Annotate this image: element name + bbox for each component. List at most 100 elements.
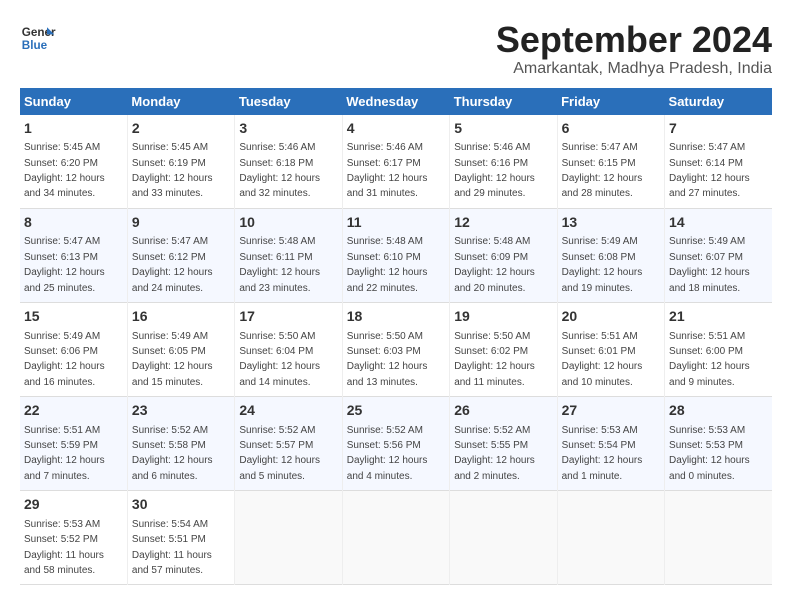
day-info: Sunrise: 5:48 AMSunset: 6:10 PMDaylight:… bbox=[347, 236, 428, 293]
day-number: 7 bbox=[669, 119, 768, 139]
day-info: Sunrise: 5:50 AMSunset: 6:04 PMDaylight:… bbox=[239, 331, 320, 388]
logo-icon: General Blue bbox=[20, 20, 56, 56]
day-info: Sunrise: 5:47 AMSunset: 6:15 PMDaylight:… bbox=[562, 142, 643, 199]
day-number: 6 bbox=[562, 119, 660, 139]
header-sunday: Sunday bbox=[20, 88, 127, 115]
calendar-cell: 1 Sunrise: 5:45 AMSunset: 6:20 PMDayligh… bbox=[20, 115, 127, 209]
day-info: Sunrise: 5:47 AMSunset: 6:13 PMDaylight:… bbox=[24, 236, 105, 293]
day-info: Sunrise: 5:52 AMSunset: 5:58 PMDaylight:… bbox=[132, 425, 213, 482]
calendar-cell: 16 Sunrise: 5:49 AMSunset: 6:05 PMDaylig… bbox=[127, 302, 234, 396]
day-number: 29 bbox=[24, 495, 123, 515]
day-info: Sunrise: 5:49 AMSunset: 6:07 PMDaylight:… bbox=[669, 236, 750, 293]
calendar-cell: 12 Sunrise: 5:48 AMSunset: 6:09 PMDaylig… bbox=[450, 208, 557, 302]
page-header: General Blue September 2024 Amarkantak, … bbox=[20, 20, 772, 78]
day-number: 28 bbox=[669, 401, 768, 421]
day-info: Sunrise: 5:45 AMSunset: 6:20 PMDaylight:… bbox=[24, 142, 105, 199]
day-info: Sunrise: 5:48 AMSunset: 6:09 PMDaylight:… bbox=[454, 236, 535, 293]
day-info: Sunrise: 5:51 AMSunset: 5:59 PMDaylight:… bbox=[24, 425, 105, 482]
day-info: Sunrise: 5:49 AMSunset: 6:06 PMDaylight:… bbox=[24, 331, 105, 388]
day-number: 23 bbox=[132, 401, 230, 421]
calendar-cell: 4 Sunrise: 5:46 AMSunset: 6:17 PMDayligh… bbox=[342, 115, 449, 209]
header-wednesday: Wednesday bbox=[342, 88, 449, 115]
day-number: 4 bbox=[347, 119, 445, 139]
calendar-cell: 17 Sunrise: 5:50 AMSunset: 6:04 PMDaylig… bbox=[235, 302, 342, 396]
calendar-header: SundayMondayTuesdayWednesdayThursdayFrid… bbox=[20, 88, 772, 115]
day-number: 22 bbox=[24, 401, 123, 421]
day-info: Sunrise: 5:51 AMSunset: 6:01 PMDaylight:… bbox=[562, 331, 643, 388]
calendar-cell: 27 Sunrise: 5:53 AMSunset: 5:54 PMDaylig… bbox=[557, 397, 664, 491]
calendar-cell: 24 Sunrise: 5:52 AMSunset: 5:57 PMDaylig… bbox=[235, 397, 342, 491]
header-friday: Friday bbox=[557, 88, 664, 115]
day-number: 12 bbox=[454, 213, 552, 233]
day-number: 2 bbox=[132, 119, 230, 139]
calendar-cell: 22 Sunrise: 5:51 AMSunset: 5:59 PMDaylig… bbox=[20, 397, 127, 491]
day-info: Sunrise: 5:46 AMSunset: 6:17 PMDaylight:… bbox=[347, 142, 428, 199]
day-number: 14 bbox=[669, 213, 768, 233]
day-number: 10 bbox=[239, 213, 337, 233]
calendar-cell: 7 Sunrise: 5:47 AMSunset: 6:14 PMDayligh… bbox=[665, 115, 772, 209]
day-number: 19 bbox=[454, 307, 552, 327]
day-info: Sunrise: 5:45 AMSunset: 6:19 PMDaylight:… bbox=[132, 142, 213, 199]
day-info: Sunrise: 5:49 AMSunset: 6:08 PMDaylight:… bbox=[562, 236, 643, 293]
logo: General Blue bbox=[20, 20, 56, 56]
calendar-row: 1 Sunrise: 5:45 AMSunset: 6:20 PMDayligh… bbox=[20, 115, 772, 209]
calendar-cell: 14 Sunrise: 5:49 AMSunset: 6:07 PMDaylig… bbox=[665, 208, 772, 302]
header-monday: Monday bbox=[127, 88, 234, 115]
day-info: Sunrise: 5:47 AMSunset: 6:14 PMDaylight:… bbox=[669, 142, 750, 199]
day-info: Sunrise: 5:53 AMSunset: 5:52 PMDaylight:… bbox=[24, 519, 104, 576]
calendar-cell: 23 Sunrise: 5:52 AMSunset: 5:58 PMDaylig… bbox=[127, 397, 234, 491]
calendar-cell bbox=[665, 491, 772, 585]
day-info: Sunrise: 5:53 AMSunset: 5:54 PMDaylight:… bbox=[562, 425, 643, 482]
calendar-body: 1 Sunrise: 5:45 AMSunset: 6:20 PMDayligh… bbox=[20, 115, 772, 585]
day-info: Sunrise: 5:52 AMSunset: 5:55 PMDaylight:… bbox=[454, 425, 535, 482]
calendar-cell: 6 Sunrise: 5:47 AMSunset: 6:15 PMDayligh… bbox=[557, 115, 664, 209]
calendar-cell: 20 Sunrise: 5:51 AMSunset: 6:01 PMDaylig… bbox=[557, 302, 664, 396]
header-saturday: Saturday bbox=[665, 88, 772, 115]
day-number: 9 bbox=[132, 213, 230, 233]
day-number: 16 bbox=[132, 307, 230, 327]
calendar-row: 22 Sunrise: 5:51 AMSunset: 5:59 PMDaylig… bbox=[20, 397, 772, 491]
header-tuesday: Tuesday bbox=[235, 88, 342, 115]
header-thursday: Thursday bbox=[450, 88, 557, 115]
day-info: Sunrise: 5:53 AMSunset: 5:53 PMDaylight:… bbox=[669, 425, 750, 482]
calendar-cell: 15 Sunrise: 5:49 AMSunset: 6:06 PMDaylig… bbox=[20, 302, 127, 396]
calendar-cell: 29 Sunrise: 5:53 AMSunset: 5:52 PMDaylig… bbox=[20, 491, 127, 585]
day-number: 17 bbox=[239, 307, 337, 327]
svg-text:Blue: Blue bbox=[22, 39, 48, 52]
calendar-cell: 18 Sunrise: 5:50 AMSunset: 6:03 PMDaylig… bbox=[342, 302, 449, 396]
calendar-cell: 11 Sunrise: 5:48 AMSunset: 6:10 PMDaylig… bbox=[342, 208, 449, 302]
day-info: Sunrise: 5:49 AMSunset: 6:05 PMDaylight:… bbox=[132, 331, 213, 388]
calendar-cell: 8 Sunrise: 5:47 AMSunset: 6:13 PMDayligh… bbox=[20, 208, 127, 302]
calendar-row: 15 Sunrise: 5:49 AMSunset: 6:06 PMDaylig… bbox=[20, 302, 772, 396]
calendar-cell bbox=[342, 491, 449, 585]
calendar-cell: 5 Sunrise: 5:46 AMSunset: 6:16 PMDayligh… bbox=[450, 115, 557, 209]
calendar-table: SundayMondayTuesdayWednesdayThursdayFrid… bbox=[20, 88, 772, 586]
day-info: Sunrise: 5:52 AMSunset: 5:56 PMDaylight:… bbox=[347, 425, 428, 482]
location: Amarkantak, Madhya Pradesh, India bbox=[496, 60, 772, 78]
day-number: 13 bbox=[562, 213, 660, 233]
calendar-cell: 26 Sunrise: 5:52 AMSunset: 5:55 PMDaylig… bbox=[450, 397, 557, 491]
day-number: 15 bbox=[24, 307, 123, 327]
calendar-row: 8 Sunrise: 5:47 AMSunset: 6:13 PMDayligh… bbox=[20, 208, 772, 302]
calendar-cell: 3 Sunrise: 5:46 AMSunset: 6:18 PMDayligh… bbox=[235, 115, 342, 209]
calendar-cell: 21 Sunrise: 5:51 AMSunset: 6:00 PMDaylig… bbox=[665, 302, 772, 396]
calendar-cell bbox=[235, 491, 342, 585]
calendar-cell: 25 Sunrise: 5:52 AMSunset: 5:56 PMDaylig… bbox=[342, 397, 449, 491]
day-info: Sunrise: 5:48 AMSunset: 6:11 PMDaylight:… bbox=[239, 236, 320, 293]
day-info: Sunrise: 5:50 AMSunset: 6:03 PMDaylight:… bbox=[347, 331, 428, 388]
calendar-cell bbox=[450, 491, 557, 585]
day-info: Sunrise: 5:51 AMSunset: 6:00 PMDaylight:… bbox=[669, 331, 750, 388]
day-number: 18 bbox=[347, 307, 445, 327]
calendar-cell: 19 Sunrise: 5:50 AMSunset: 6:02 PMDaylig… bbox=[450, 302, 557, 396]
day-info: Sunrise: 5:50 AMSunset: 6:02 PMDaylight:… bbox=[454, 331, 535, 388]
calendar-cell bbox=[557, 491, 664, 585]
calendar-row: 29 Sunrise: 5:53 AMSunset: 5:52 PMDaylig… bbox=[20, 491, 772, 585]
day-number: 27 bbox=[562, 401, 660, 421]
day-number: 8 bbox=[24, 213, 123, 233]
day-number: 20 bbox=[562, 307, 660, 327]
day-info: Sunrise: 5:46 AMSunset: 6:18 PMDaylight:… bbox=[239, 142, 320, 199]
day-number: 3 bbox=[239, 119, 337, 139]
day-info: Sunrise: 5:46 AMSunset: 6:16 PMDaylight:… bbox=[454, 142, 535, 199]
title-block: September 2024 Amarkantak, Madhya Prades… bbox=[496, 20, 772, 78]
day-number: 26 bbox=[454, 401, 552, 421]
